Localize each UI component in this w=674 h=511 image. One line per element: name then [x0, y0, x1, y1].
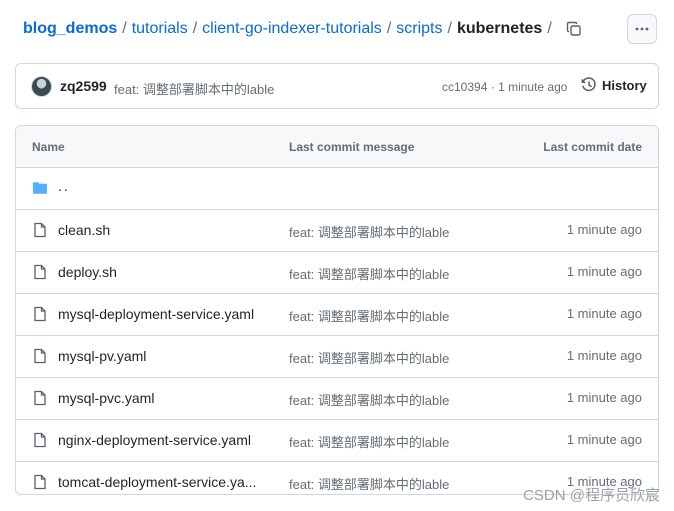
file-commit-message[interactable]: feat: 调整部署脚本中的lable: [289, 432, 449, 451]
breadcrumb-separator: /: [192, 20, 198, 37]
file-name-link[interactable]: nginx-deployment-service.yaml: [58, 432, 251, 448]
table-row[interactable]: nginx-deployment-service.yaml feat: 调整部署…: [16, 420, 658, 462]
file-name-link[interactable]: mysql-deployment-service.yaml: [58, 306, 254, 322]
history-icon: [581, 77, 596, 92]
file-name-link[interactable]: mysql-pvc.yaml: [58, 390, 154, 406]
commit-message[interactable]: feat: 调整部署脚本中的lable: [114, 79, 274, 98]
latest-commit-bar: zq2599 feat: 调整部署脚本中的lable cc10394 · 1 m…: [15, 63, 659, 109]
file-icon: [34, 432, 46, 448]
breadcrumb-link-scripts[interactable]: scripts: [396, 20, 442, 37]
file-icon: [34, 306, 46, 322]
file-name-link[interactable]: deploy.sh: [58, 264, 117, 280]
file-name-link[interactable]: clean.sh: [58, 222, 110, 238]
file-icon: [34, 264, 46, 280]
file-commit-date: 1 minute ago: [566, 306, 642, 321]
file-icon: [34, 348, 46, 364]
breadcrumb-repo-link[interactable]: blog_demos: [23, 20, 117, 37]
table-row[interactable]: mysql-pv.yaml feat: 调整部署脚本中的lable 1 minu…: [16, 336, 658, 378]
table-row[interactable]: mysql-pvc.yaml feat: 调整部署脚本中的lable 1 min…: [16, 378, 658, 420]
table-row[interactable]: mysql-deployment-service.yaml feat: 调整部署…: [16, 294, 658, 336]
avatar[interactable]: [31, 76, 52, 97]
history-label: History: [602, 77, 647, 93]
column-header-name: Name: [32, 140, 65, 154]
breadcrumb-separator: /: [386, 20, 392, 37]
breadcrumb-link-client-go-indexer-tutorials[interactable]: client-go-indexer-tutorials: [202, 20, 382, 37]
breadcrumb-separator: /: [447, 20, 452, 37]
table-row-parent-directory[interactable]: ..: [16, 168, 658, 210]
table-row[interactable]: clean.sh feat: 调整部署脚本中的lable 1 minute ag…: [16, 210, 658, 252]
file-commit-message[interactable]: feat: 调整部署脚本中的lable: [289, 474, 449, 493]
kebab-horizontal-icon: [635, 27, 649, 31]
file-commit-message[interactable]: feat: 调整部署脚本中的lable: [289, 306, 449, 325]
file-name-link[interactable]: mysql-pv.yaml: [58, 348, 146, 364]
file-name-link[interactable]: tomcat-deployment-service.ya...: [58, 474, 256, 490]
file-table: Name Last commit message Last commit dat…: [15, 125, 659, 495]
commit-author[interactable]: zq2599: [60, 78, 107, 94]
commit-time: 1 minute ago: [498, 80, 568, 94]
file-commit-date: 1 minute ago: [566, 222, 642, 237]
commit-meta: cc10394 · 1 minute ago: [442, 80, 567, 94]
commit-sha[interactable]: cc10394: [442, 80, 487, 94]
folder-icon: [33, 182, 47, 194]
copy-path-button[interactable]: [563, 18, 585, 40]
file-commit-date: 1 minute ago: [566, 390, 642, 405]
breadcrumb-link-tutorials[interactable]: tutorials: [132, 20, 188, 37]
file-commit-message[interactable]: feat: 调整部署脚本中的lable: [289, 222, 449, 241]
breadcrumb-current: kubernetes: [456, 20, 543, 37]
commit-meta-dot: ·: [490, 80, 499, 94]
file-commit-message[interactable]: feat: 调整部署脚本中的lable: [289, 390, 449, 409]
watermark: CSDN @程序员欣宸: [523, 487, 660, 504]
file-icon: [34, 390, 46, 406]
breadcrumb-separator: /: [547, 20, 552, 37]
parent-directory-link[interactable]: ..: [58, 178, 70, 194]
file-icon: [34, 222, 46, 238]
file-commit-date: 1 minute ago: [566, 348, 642, 363]
column-header-message: Last commit message: [289, 140, 415, 154]
file-commit-date: 1 minute ago: [566, 264, 642, 279]
file-commit-message[interactable]: feat: 调整部署脚本中的lable: [289, 348, 449, 367]
file-icon: [34, 474, 46, 490]
table-row[interactable]: deploy.sh feat: 调整部署脚本中的lable 1 minute a…: [16, 252, 658, 294]
file-commit-message[interactable]: feat: 调整部署脚本中的lable: [289, 264, 449, 283]
history-button[interactable]: History: [581, 77, 647, 93]
file-commit-date: 1 minute ago: [566, 432, 642, 447]
table-header: Name Last commit message Last commit dat…: [16, 126, 658, 168]
column-header-date: Last commit date: [543, 140, 642, 154]
copy-icon: [566, 21, 581, 36]
breadcrumb-separator: /: [122, 20, 127, 37]
more-options-button[interactable]: [627, 14, 657, 44]
breadcrumb: blog_demos / tutorials / client-go-indexer-t…: [23, 17, 557, 41]
